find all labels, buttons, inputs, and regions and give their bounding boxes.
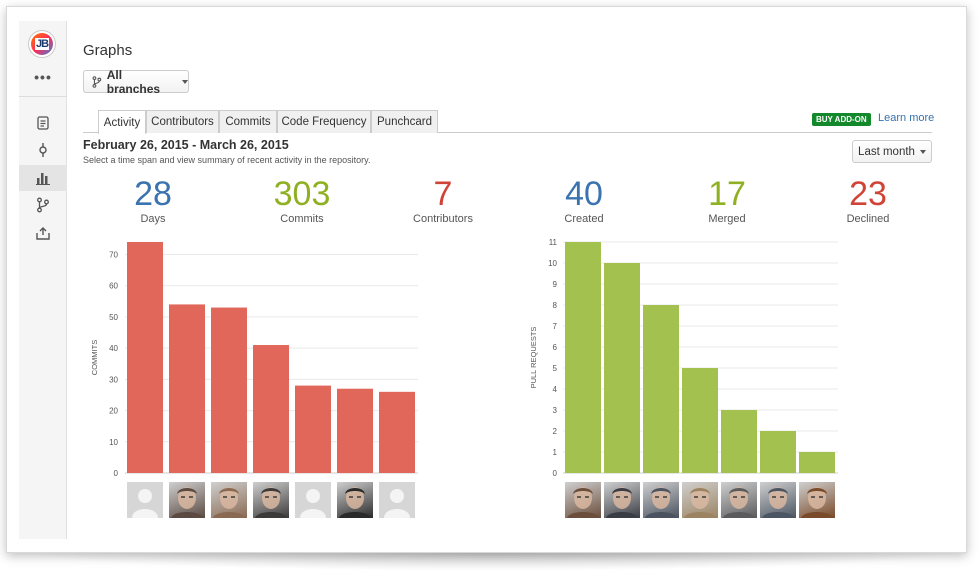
chart-bar xyxy=(337,388,373,473)
contributor-avatar[interactable] xyxy=(169,482,205,518)
contributor-avatar[interactable] xyxy=(682,482,718,518)
contributor-avatar[interactable] xyxy=(643,482,679,518)
contributor-avatar[interactable] xyxy=(211,482,247,518)
contributor-avatar[interactable] xyxy=(565,482,601,518)
chart-bar xyxy=(760,431,796,473)
y-tick-label: 60 xyxy=(109,282,118,291)
y-tick-label: 0 xyxy=(553,469,558,478)
chart-bar xyxy=(799,452,835,473)
chart-bar xyxy=(169,304,205,473)
y-axis-label: COMMITS xyxy=(90,340,99,375)
contributor-avatar[interactable] xyxy=(379,482,415,518)
y-tick-label: 2 xyxy=(553,427,558,436)
y-tick-label: 0 xyxy=(114,469,119,478)
y-tick-label: 5 xyxy=(553,364,558,373)
y-tick-label: 4 xyxy=(553,385,558,394)
chart-bar xyxy=(379,391,415,473)
y-tick-label: 11 xyxy=(549,238,558,247)
y-tick-label: 20 xyxy=(109,407,118,416)
chart-bar xyxy=(295,385,331,473)
y-tick-label: 10 xyxy=(548,259,557,268)
chart-bar xyxy=(643,305,679,473)
y-tick-label: 6 xyxy=(553,343,558,352)
contributor-avatar[interactable] xyxy=(253,482,289,518)
y-tick-label: 50 xyxy=(109,313,118,322)
chart-bar xyxy=(565,242,601,473)
y-tick-label: 1 xyxy=(553,448,558,457)
y-tick-label: 9 xyxy=(553,280,558,289)
contributor-avatar[interactable] xyxy=(295,482,331,518)
y-axis-label: PULL REQUESTS xyxy=(529,327,538,389)
chart-bar xyxy=(253,345,289,473)
chart-bar xyxy=(682,368,718,473)
y-tick-label: 3 xyxy=(553,406,558,415)
y-tick-label: 40 xyxy=(109,344,118,353)
y-tick-label: 7 xyxy=(553,322,558,331)
chart-bar xyxy=(604,263,640,473)
contributor-avatar[interactable] xyxy=(337,482,373,518)
y-tick-label: 70 xyxy=(109,250,118,259)
contributor-avatar[interactable] xyxy=(760,482,796,518)
y-tick-label: 8 xyxy=(553,301,558,310)
contributor-avatar[interactable] xyxy=(127,482,163,518)
chart-bar xyxy=(211,307,247,473)
pull-requests-chart: 0 1 2 3 4 5 6 7 8 9 10 11 PULL REQUESTS xyxy=(529,238,838,478)
y-tick-label: 30 xyxy=(109,375,118,384)
contributor-avatar[interactable] xyxy=(604,482,640,518)
commits-chart: 0 10 20 30 40 50 60 70 COMMITS xyxy=(90,242,418,478)
contributor-avatar[interactable] xyxy=(721,482,757,518)
chart-bar xyxy=(721,410,757,473)
y-tick-label: 10 xyxy=(109,438,118,447)
contributor-avatar[interactable] xyxy=(799,482,835,518)
chart-bar xyxy=(127,242,163,473)
